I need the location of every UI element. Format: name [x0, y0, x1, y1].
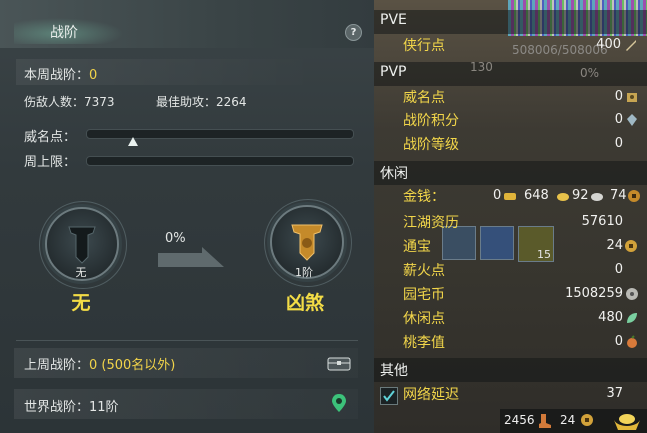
pvp-item: 威名点 0: [374, 86, 647, 108]
treasure-ingot-icon[interactable]: [612, 410, 642, 432]
other-item-value: 37: [606, 386, 623, 401]
chest-icon[interactable]: [327, 355, 351, 371]
leaf-icon: [627, 313, 637, 323]
section-pvp-label: PVP: [380, 64, 407, 80]
leisure-item-label: 园宅币: [403, 287, 445, 303]
section-pvp: PVP: [374, 62, 647, 86]
world-rank-value: 11阶: [89, 400, 119, 415]
bottom-count-b: 24: [560, 413, 576, 427]
section-leisure: 休闲: [374, 161, 647, 185]
prestige-marker-icon: [128, 137, 138, 146]
leisure-item: 薪火点 0: [374, 259, 647, 281]
pvp-item-value: 0: [614, 136, 623, 151]
leisure-item-label: 薪火点: [403, 263, 445, 279]
money-copper-value: 74: [610, 188, 627, 203]
defeated-value: 7373: [84, 95, 115, 109]
current-medal-name: 无: [71, 292, 91, 314]
pve-item-value: 400: [596, 37, 621, 52]
leisure-item-label: 通宝: [403, 239, 431, 255]
pve-item: 侠行点 400: [374, 34, 647, 56]
silver-nugget-icon: [591, 193, 603, 201]
leisure-item-label: 休闲点: [403, 311, 445, 327]
weekly-rank: 本周战阶：0: [24, 64, 97, 83]
bottom-count-a: 2456: [504, 413, 535, 427]
pvp-item-value: 0: [614, 89, 623, 104]
prestige-label: 威名点：: [24, 130, 77, 145]
weekly-rank-value: 0: [89, 68, 98, 83]
currency-panel: 508006/508006 PVE 侠行点 400 PVP 130 0% 威名点…: [374, 0, 647, 433]
coin-icon: [581, 414, 593, 426]
arrow-right-icon: [158, 247, 224, 267]
coin-icon: [625, 240, 637, 252]
last-week-label: 上周战阶：: [24, 358, 90, 373]
gold-ingot-icon: [504, 193, 516, 200]
progress-percent: 0%: [165, 231, 186, 246]
leisure-item-value: 57610: [581, 214, 623, 229]
last-week-value: 0 (500名以外): [89, 358, 176, 373]
next-medal-name: 凶煞: [285, 292, 324, 314]
money-silver-b-value: 92: [572, 188, 589, 203]
leisure-item: 园宅币 1508259: [374, 283, 647, 305]
section-other: 其他: [374, 358, 647, 382]
weekly-cap-label: 周上限：: [24, 155, 77, 170]
leisure-item-value: 0: [614, 262, 623, 277]
leisure-item-value: 1508259: [565, 286, 623, 301]
battle-rank-panel: 战阶 ? 本周战阶：0 伤敌人数：7373 最佳助攻：2264 威名点： 周上限…: [0, 0, 374, 433]
peach-icon: [627, 335, 637, 348]
current-medal-level: 无: [75, 266, 87, 279]
badge-icon: [627, 93, 637, 102]
gold-nugget-icon: [557, 193, 569, 201]
sword-icon: [626, 40, 636, 51]
prestige-bar: [86, 129, 354, 139]
location-pin-icon[interactable]: [331, 393, 347, 413]
best-assist-label: 最佳助攻：: [156, 95, 217, 109]
best-assist-value: 2264: [216, 95, 247, 109]
defeated-label: 伤敌人数：: [24, 95, 85, 109]
money-label: 金钱：: [403, 189, 445, 205]
section-pve: PVE: [374, 10, 647, 34]
leisure-item-label: 江湖资历: [403, 215, 459, 231]
section-pve-label: PVE: [380, 12, 407, 28]
leisure-item: 通宝 24: [374, 235, 647, 257]
weekly-cap-bar: [86, 156, 354, 166]
pvp-item: 战阶积分 0: [374, 109, 647, 131]
divider: [16, 340, 358, 341]
leisure-item-label: 桃李值: [403, 335, 445, 351]
best-assist: 最佳助攻：2264: [156, 93, 247, 110]
world-rank-label: 世界战阶：: [24, 400, 90, 415]
boot-icon: [539, 414, 551, 428]
world-rank: 世界战阶：11阶: [24, 396, 119, 415]
pvp-item: 战阶等级 0: [374, 133, 647, 155]
leisure-item: 江湖资历 57610: [374, 211, 647, 233]
gear-coin-icon: [626, 288, 638, 300]
section-leisure-label: 休闲: [380, 166, 408, 182]
money-silver-a-value: 648: [524, 188, 549, 203]
next-medal-level: 1阶: [295, 266, 313, 279]
leisure-item: 桃李值 0: [374, 331, 647, 353]
copper-coin-icon: [628, 190, 640, 202]
money-row: 金钱： 0 648 92 74: [374, 185, 647, 207]
leisure-item: 休闲点 480: [374, 307, 647, 329]
pvp-overlay-number: 130: [470, 60, 493, 74]
pvp-item-value: 0: [614, 112, 623, 127]
leisure-item-value: 24: [606, 238, 623, 253]
pvp-item-label: 战阶等级: [403, 137, 459, 153]
other-item: 网络延迟 37: [374, 383, 647, 405]
leisure-item-value: 480: [598, 310, 623, 325]
money-gold-value: 0: [493, 188, 502, 203]
section-other-label: 其他: [380, 363, 408, 379]
defeated-count: 伤敌人数：7373: [24, 93, 115, 110]
weekly-rank-label: 本周战阶：: [24, 68, 90, 83]
bottom-bar: 2456 24: [500, 409, 647, 433]
pvp-item-label: 战阶积分: [403, 113, 459, 129]
leisure-item-value: 0: [614, 334, 623, 349]
help-icon[interactable]: ?: [345, 24, 362, 41]
crystal-icon: [627, 114, 637, 126]
pvp-item-label: 威名点: [403, 90, 445, 106]
panel-title: 战阶: [50, 25, 78, 41]
last-week-rank: 上周战阶：0 (500名以外): [24, 354, 175, 373]
pvp-overlay-percent: 0%: [580, 66, 600, 80]
pve-item-label: 侠行点: [403, 38, 445, 54]
other-item-label: 网络延迟: [403, 387, 459, 403]
